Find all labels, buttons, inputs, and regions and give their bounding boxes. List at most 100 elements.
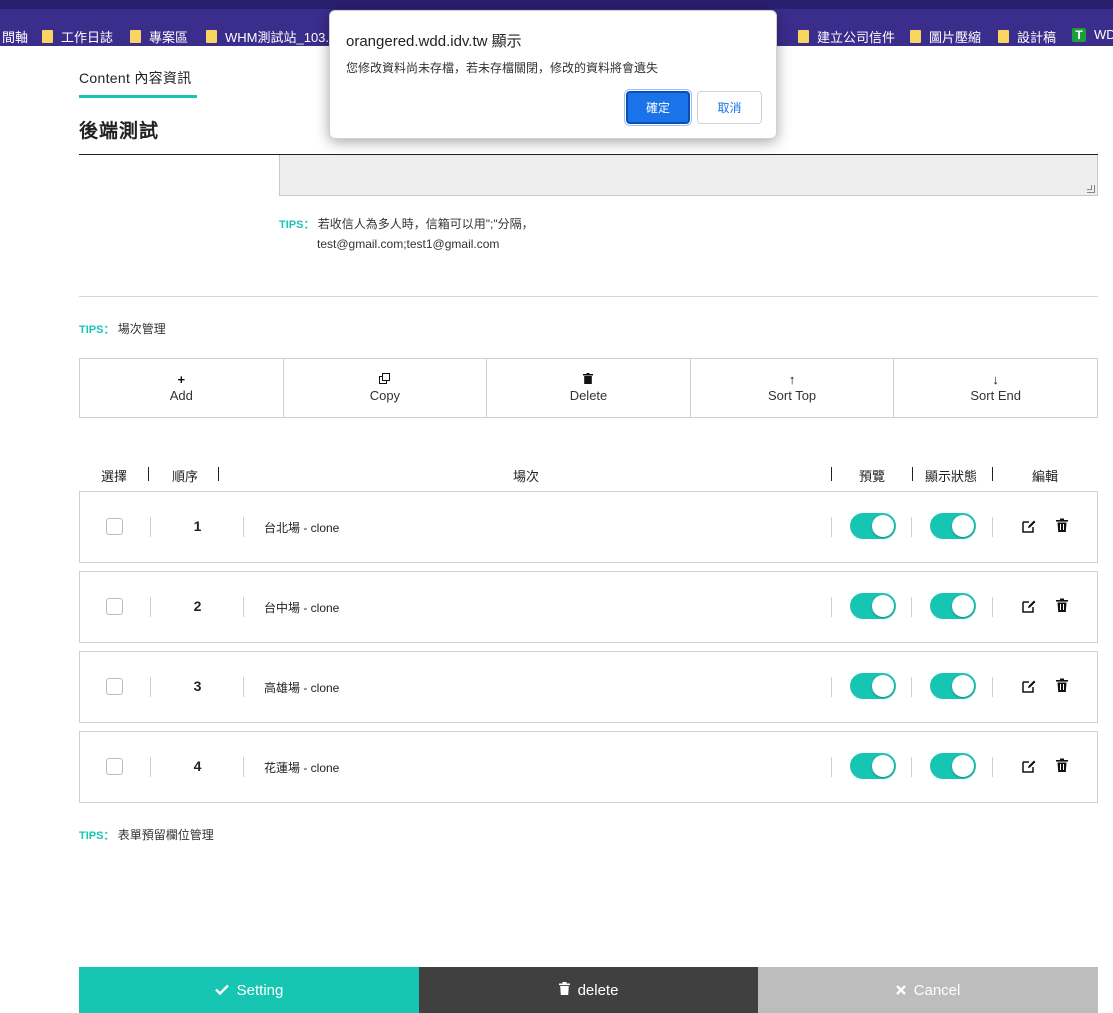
folder-icon (130, 30, 141, 43)
tips-text: 場次管理 (117, 322, 166, 336)
status-toggle[interactable] (930, 753, 976, 779)
preview-toggle[interactable] (850, 593, 896, 619)
bookmark-item[interactable]: 工作日誌 (42, 27, 113, 46)
sort-top-button[interactable]: ↑ Sort Top (691, 359, 895, 417)
bookmark-item[interactable]: T WD (1072, 27, 1113, 42)
divider (243, 517, 244, 537)
toggle-knob (952, 595, 974, 617)
check-icon (214, 982, 229, 999)
divider (912, 467, 913, 481)
bookmark-label: 建立公司信件 (817, 30, 896, 45)
setting-label: Setting (236, 981, 284, 999)
row-checkbox[interactable] (106, 758, 123, 775)
toggle-knob (872, 515, 894, 537)
bookmark-item[interactable]: 設計稿 (998, 27, 1056, 46)
tab-active-indicator (79, 95, 197, 98)
trash-icon[interactable] (1055, 758, 1071, 774)
divider (992, 597, 993, 617)
tips-label: TIPS： (279, 219, 315, 231)
divider (831, 467, 832, 481)
row-checkbox[interactable] (106, 518, 123, 535)
arrow-up-icon: ↑ (788, 372, 796, 387)
row-order: 3 (193, 678, 202, 694)
resize-handle[interactable] (1087, 185, 1095, 193)
recipient-textarea[interactable] (279, 155, 1098, 196)
bookmark-item[interactable]: 建立公司信件 (798, 27, 895, 46)
divider (992, 517, 993, 537)
bottom-delete-button[interactable]: delete (419, 967, 758, 1013)
status-toggle[interactable] (930, 513, 976, 539)
edit-icon[interactable] (1021, 518, 1037, 534)
edit-icon[interactable] (1021, 758, 1037, 774)
header-order: 順序 (172, 469, 199, 484)
trash-icon (558, 981, 570, 999)
bookmark-item[interactable]: 間軸 (2, 27, 28, 46)
table-header: 選擇 順序 場次 預覽 顯示狀態 編輯 (79, 464, 1098, 484)
toggle-knob (952, 515, 974, 537)
status-toggle[interactable] (930, 673, 976, 699)
bookmark-label: 工作日誌 (61, 30, 114, 45)
row-checkbox[interactable] (106, 598, 123, 615)
row-order: 2 (193, 598, 202, 614)
status-toggle[interactable] (930, 593, 976, 619)
divider (148, 467, 149, 481)
tips-label: TIPS： (79, 830, 115, 842)
preview-toggle[interactable] (850, 673, 896, 699)
edit-icon[interactable] (1021, 678, 1037, 694)
row-order: 4 (193, 758, 202, 774)
bookmark-label: 設計稿 (1017, 30, 1057, 45)
confirm-dialog: orangered.wdd.idv.tw 顯示 您修改資料尚未存檔，若未存檔關閉… (329, 10, 777, 139)
row-session-name: 高雄場 - clone (264, 681, 340, 695)
preview-toggle[interactable] (850, 753, 896, 779)
cancel-label: Cancel (913, 981, 961, 999)
plus-icon: + (177, 372, 186, 387)
cancel-button[interactable]: Cancel (758, 967, 1098, 1013)
sort-end-button[interactable]: ↓ Sort End (894, 359, 1097, 417)
table-row: 4 花蓮場 - clone (79, 731, 1098, 803)
toggle-knob (952, 675, 974, 697)
divider (911, 677, 912, 697)
divider (218, 467, 219, 481)
copy-button[interactable]: Copy (284, 359, 488, 417)
tab-content[interactable]: Content 內容資訊 (79, 68, 192, 88)
toggle-knob (872, 755, 894, 777)
row-order: 1 (193, 518, 202, 534)
tips-text: 表單預留欄位管理 (117, 828, 214, 842)
session-toolbar: + Add Copy Delete ↑ Sort Top ↓ Sort End (79, 358, 1098, 418)
copy-label: Copy (369, 388, 401, 403)
bookmark-label: 間軸 (2, 30, 29, 45)
add-button[interactable]: + Add (80, 359, 284, 417)
bookmark-item[interactable]: 圖片壓縮 (910, 27, 981, 46)
row-session-name: 台北場 - clone (264, 521, 340, 535)
tips-sessions: TIPS： 場次管理 (79, 320, 166, 337)
divider (150, 517, 151, 537)
toggle-knob (872, 675, 894, 697)
bottom-action-bar: Setting delete Cancel (79, 967, 1098, 1013)
edit-icon[interactable] (1021, 598, 1037, 614)
trash-icon[interactable] (1055, 678, 1071, 694)
table-row: 1 台北場 - clone (79, 491, 1098, 563)
divider (831, 517, 832, 537)
dialog-cancel-button[interactable]: 取消 (697, 91, 762, 124)
bookmark-item[interactable]: WHM測試站_103... (206, 27, 336, 46)
folder-icon (206, 30, 217, 43)
divider (243, 757, 244, 777)
divider (243, 597, 244, 617)
preview-toggle[interactable] (850, 513, 896, 539)
table-row: 2 台中場 - clone (79, 571, 1098, 643)
header-session: 場次 (513, 469, 540, 484)
trash-icon[interactable] (1055, 598, 1071, 614)
header-status: 顯示狀態 (925, 469, 978, 484)
divider (150, 677, 151, 697)
divider (992, 677, 993, 697)
delete-button[interactable]: Delete (487, 359, 691, 417)
dialog-ok-button[interactable]: 確定 (624, 89, 692, 126)
trash-icon[interactable] (1055, 518, 1071, 534)
row-session-name: 花蓮場 - clone (264, 761, 340, 775)
divider (911, 597, 912, 617)
bookmark-item[interactable]: 專案區 (130, 27, 188, 46)
setting-button[interactable]: Setting (79, 967, 419, 1013)
divider (150, 597, 151, 617)
bookmark-label: WD (1094, 27, 1113, 42)
row-checkbox[interactable] (106, 678, 123, 695)
